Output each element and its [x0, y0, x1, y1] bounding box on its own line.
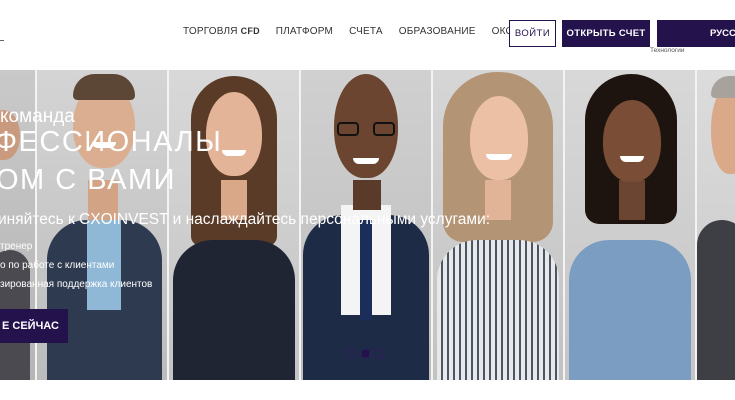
nav-item-label: СЧЕТА	[349, 26, 383, 37]
nav-item-label: ПЛАТФОРМ	[275, 26, 334, 37]
hero-content: команда ФЕССИОНАЛЫ ОМ С ВАМИ иняйтесь к …	[0, 70, 735, 380]
slider-dot[interactable]	[347, 349, 356, 358]
hero-team-line: команда	[0, 106, 75, 127]
hero-list-item: тренер	[0, 241, 33, 252]
nav-item-trading[interactable]: ТОРГОВЛЯ CFD	[183, 26, 260, 37]
nav-item-education[interactable]: ОБРАЗОВАНИЕ	[399, 26, 476, 37]
hero-headline-line1: ФЕССИОНАЛЫ	[0, 126, 223, 158]
site-header: ТОРГОВЛЯ CFD ПЛАТФОРМ СЧЕТА ОБРАЗОВАНИЕ …	[0, 0, 735, 70]
login-button[interactable]: ВОЙТИ	[509, 20, 556, 47]
nav-item-label: ОБРАЗОВАНИЕ	[398, 26, 476, 37]
hero-list-item: зированная поддержка клиентов	[0, 279, 153, 290]
main-nav: ТОРГОВЛЯ CFD ПЛАТФОРМ СЧЕТА ОБРАЗОВАНИЕ …	[183, 26, 544, 37]
open-account-button[interactable]: ОТКРЫТЬ СЧЕТ	[562, 20, 650, 47]
hero-subheadline: иняйтесь к CXOINVEST и наслаждайтесь пер…	[0, 211, 491, 228]
nav-item-accounts[interactable]: СЧЕТА	[349, 26, 383, 37]
hero-list-item: о по работе с клиентами	[0, 260, 115, 271]
language-button[interactable]: РУСС	[657, 20, 735, 47]
logo-fragment[interactable]	[0, 40, 4, 41]
nav-item-label: ТОРГОВЛЯ	[183, 26, 238, 37]
nav-item-sub: CFD	[240, 26, 260, 36]
slider-dot[interactable]	[375, 349, 384, 358]
slider-dots	[347, 349, 384, 358]
slider-dot-active[interactable]	[361, 349, 370, 358]
nav-item-platforms[interactable]: ПЛАТФОРМ	[276, 26, 333, 37]
hero-headline-line2: ОМ С ВАМИ	[0, 164, 176, 196]
tech-note: Технологии	[650, 47, 685, 54]
page-bottom	[0, 380, 735, 400]
hero-cta-button[interactable]: Е СЕЙЧАС	[0, 309, 68, 343]
